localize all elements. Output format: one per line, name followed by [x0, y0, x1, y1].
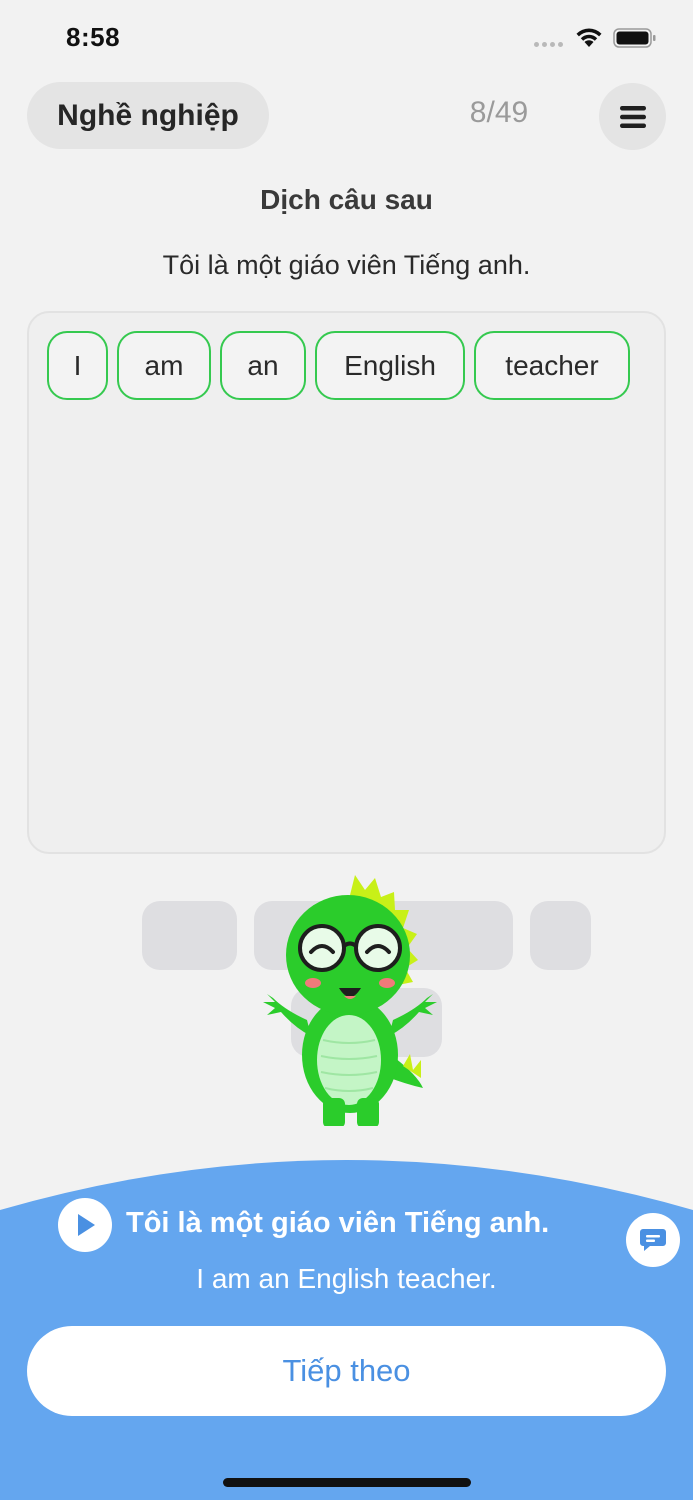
play-icon [78, 1214, 95, 1236]
wifi-icon [576, 28, 602, 47]
comment-button[interactable] [626, 1213, 680, 1267]
status-time: 8:58 [66, 22, 121, 52]
play-audio-button[interactable] [58, 1198, 112, 1252]
correct-answer-english: I am an English teacher. [196, 1263, 497, 1294]
word-bank-slot [142, 901, 237, 970]
feedback-panel-background [0, 1160, 693, 1500]
topic-button[interactable]: Nghề nghiệp [27, 82, 269, 149]
selected-word-chip[interactable]: am [117, 331, 211, 400]
home-indicator[interactable] [223, 1478, 471, 1487]
feedback-panel [0, 1150, 693, 1500]
menu-button[interactable] [599, 83, 666, 150]
selected-word-chip[interactable]: English [315, 331, 465, 400]
word-bank-slot [530, 901, 591, 970]
battery-icon [613, 28, 656, 48]
selected-word-chip[interactable]: an [220, 331, 306, 400]
instruction-title: Dịch câu sau [260, 184, 433, 215]
cellular-signal-icon [534, 42, 563, 47]
progress-counter: 8/49 [469, 96, 529, 129]
prompt-sentence: Tôi là một giáo viên Tiếng anh. [162, 250, 531, 280]
hamburger-menu-icon [619, 105, 646, 128]
selected-word-chip[interactable]: teacher [474, 331, 630, 400]
selected-word-chip[interactable]: I [47, 331, 108, 400]
next-button[interactable]: Tiếp theo [27, 1326, 666, 1416]
status-bar: 8:58 [0, 0, 693, 76]
dinosaur-mascot-icon [263, 875, 437, 1130]
chat-bubble-icon [640, 1229, 666, 1251]
correct-answer-vietnamese: Tôi là một giáo viên Tiếng anh. [126, 1207, 550, 1239]
